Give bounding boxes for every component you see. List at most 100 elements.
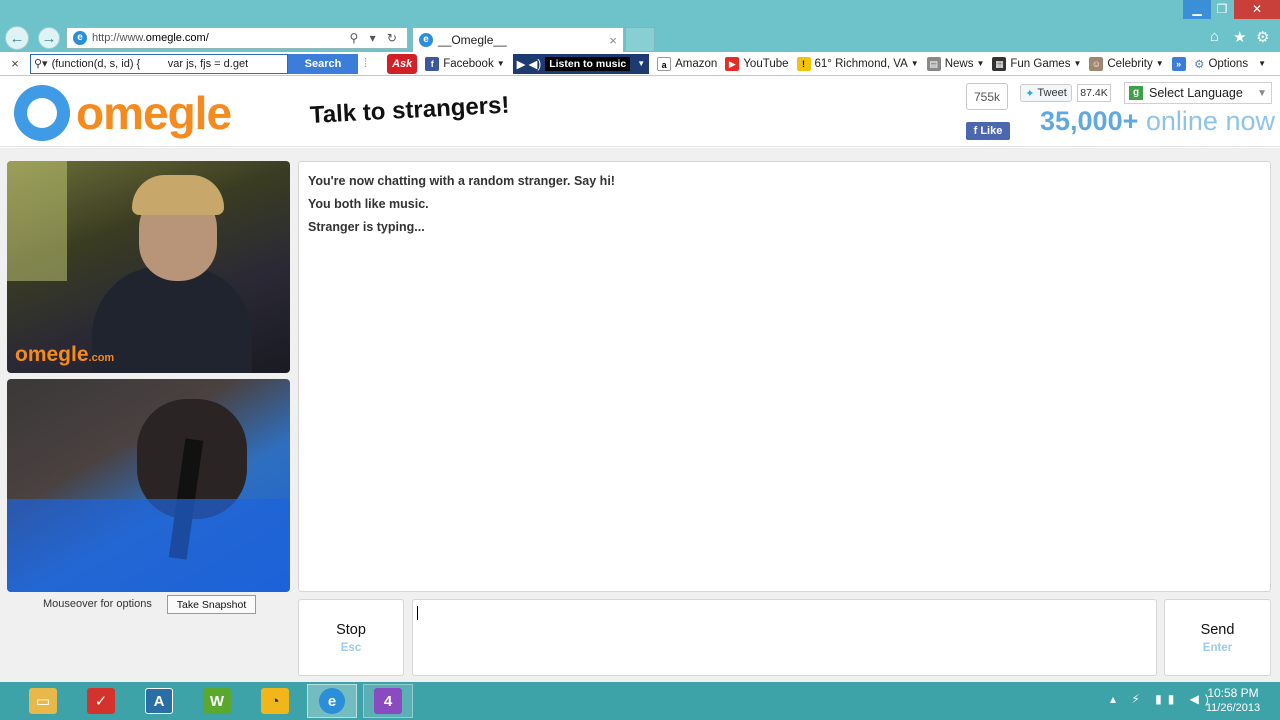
chat-message: You're now chatting with a random strang… xyxy=(308,174,615,188)
fun-games-label: Fun Games xyxy=(1010,57,1071,70)
taskbar-speedometer[interactable]: ◔ xyxy=(250,684,300,718)
stranger-body xyxy=(92,266,252,373)
youtube-link[interactable]: ▶ YouTube xyxy=(725,56,789,71)
news-icon: ▤ xyxy=(926,56,941,71)
checklist-icon: ✓ xyxy=(87,688,115,714)
browser-titlebar: ← → e http://www.omegle.com/ ⚲ ▾ ↻ e __O… xyxy=(0,0,1280,52)
toolbar-search-button[interactable]: Search xyxy=(288,53,358,74)
facebook-label: Facebook xyxy=(443,57,494,70)
facebook-icon: f xyxy=(973,125,978,137)
stop-hint: Esc xyxy=(340,641,362,654)
omegle-watermark: omegle.com xyxy=(15,343,114,367)
language-select-label: Select Language xyxy=(1149,86,1243,100)
amazon-link[interactable]: a Amazon xyxy=(657,56,718,71)
close-window-button[interactable]: ✕ xyxy=(1234,0,1280,19)
weather-alert-icon: ! xyxy=(796,56,811,71)
chat-log: You're now chatting with a random strang… xyxy=(298,161,1271,592)
minimize-button[interactable]: ▁ xyxy=(1183,0,1211,19)
toolbar-close-icon[interactable]: × xyxy=(0,56,30,71)
forward-button[interactable]: → xyxy=(38,27,60,49)
online-count: 35,000+ online now xyxy=(1040,106,1275,137)
tab-ie-icon: e xyxy=(419,33,433,47)
logo-text: omegle xyxy=(76,87,232,139)
take-snapshot-button[interactable]: Take Snapshot xyxy=(167,595,256,614)
ie-page-icon: e xyxy=(73,31,87,45)
settings-gear-icon[interactable]: ⚙ xyxy=(1256,28,1269,46)
facebook-menu[interactable]: f Facebook ▼ xyxy=(425,56,505,71)
system-clock[interactable]: 10:58 PM 11/26/2013 xyxy=(1200,686,1266,716)
tab-close-icon[interactable]: × xyxy=(609,33,617,48)
youtube-label: YouTube xyxy=(743,57,789,70)
chevron-down-icon: ▼ xyxy=(496,59,505,68)
chevron-down-icon: ▼ xyxy=(976,59,985,68)
address-bar[interactable]: e http://www.omegle.com/ ⚲ ▾ ↻ xyxy=(66,27,408,49)
clock-date: 11/26/2013 xyxy=(1205,702,1261,714)
music-label: Listen to music xyxy=(545,56,631,71)
new-tab-button[interactable] xyxy=(625,27,655,52)
taskbar-media-player[interactable]: 4 xyxy=(363,684,413,718)
omegle-logo[interactable]: omegle xyxy=(14,85,232,141)
search-icon: ⚲▾ xyxy=(34,58,48,70)
omegle-logo-icon xyxy=(14,85,70,141)
weather-menu[interactable]: ! 61° Richmond, VA ▼ xyxy=(796,56,919,71)
facebook-like-button[interactable]: f Like xyxy=(966,122,1010,140)
toolbar-more-button[interactable]: » xyxy=(1171,56,1190,71)
restore-button[interactable]: ❐ xyxy=(1208,0,1236,19)
taskbar-file-explorer[interactable]: ▭ xyxy=(18,684,68,718)
chevron-down-icon[interactable]: ▼ xyxy=(637,59,645,68)
chevron-down-icon: ▼ xyxy=(910,59,919,68)
stop-label: Stop xyxy=(336,621,366,638)
taskbar-wordperfect[interactable]: W xyxy=(192,684,242,718)
windows-taskbar: ▭ ✓ A W ◔ e 4 ▴ ⚡ ▮▮ ◀) 10:58 PM 11/26/2… xyxy=(0,682,1280,720)
amazon-label: Amazon xyxy=(675,57,718,70)
chat-main: omegle.com Mouseover for options Take Sn… xyxy=(0,148,1280,682)
options-menu[interactable]: ⚙ Options ▼ xyxy=(1194,57,1266,71)
facebook-like-count: 755k xyxy=(966,83,1008,110)
address-tools-icon[interactable]: ⚲ ▾ ↻ xyxy=(349,31,401,45)
language-select[interactable]: g Select Language ▼ xyxy=(1124,82,1272,104)
home-icon[interactable]: ⌂ xyxy=(1210,28,1219,45)
news-menu[interactable]: ▤ News ▼ xyxy=(926,56,985,71)
forward-arrow-icon: → xyxy=(41,29,57,47)
taskbar-internet-explorer[interactable]: e xyxy=(307,684,357,718)
taskbar-app-a[interactable]: A xyxy=(134,684,184,718)
stop-button[interactable]: Stop Esc xyxy=(298,599,404,676)
tweet-button[interactable]: ✦ Tweet xyxy=(1020,84,1072,102)
toolbar-search-input[interactable]: ⚲▾ (function(d, s, id) { var js, fjs = d… xyxy=(30,53,288,74)
send-hint: Enter xyxy=(1202,641,1233,654)
clock-time: 10:58 PM xyxy=(1207,686,1259,700)
celebrity-menu[interactable]: ☺ Celebrity ▼ xyxy=(1089,56,1164,71)
tab-omegle[interactable]: e __Omegle__ × xyxy=(412,27,624,52)
send-label: Send xyxy=(1200,621,1235,638)
twitter-bird-icon: ✦ xyxy=(1025,87,1035,100)
tagline: Talk to strangers! xyxy=(309,91,511,129)
chevron-down-icon: ▼ xyxy=(1073,59,1082,68)
favorites-star-icon[interactable]: ★ xyxy=(1233,28,1246,46)
celebrity-icon: ☺ xyxy=(1089,56,1104,71)
facebook-like-label: Like xyxy=(980,125,1003,137)
news-label: News xyxy=(944,57,974,70)
music-player[interactable]: ▶ ◀) Listen to music ▼ xyxy=(512,53,650,74)
message-input[interactable] xyxy=(412,599,1157,676)
back-button[interactable]: ← xyxy=(5,26,29,50)
chat-message: Stranger is typing... xyxy=(308,220,425,234)
self-video[interactable] xyxy=(7,379,290,592)
text-cursor xyxy=(417,606,418,620)
back-arrow-icon: ← xyxy=(9,29,25,47)
taskbar-todoist[interactable]: ✓ xyxy=(76,684,126,718)
resize-handle-icon[interactable]: ⁞ xyxy=(364,58,367,70)
fun-games-menu[interactable]: ▦ Fun Games ▼ xyxy=(992,56,1082,71)
a-app-icon: A xyxy=(145,688,173,714)
online-label: online now xyxy=(1145,106,1275,136)
stranger-video[interactable]: omegle.com xyxy=(7,161,290,373)
folder-icon: ▭ xyxy=(29,688,57,714)
ask-button[interactable]: Ask xyxy=(387,53,418,74)
volume-icon[interactable]: ◀) xyxy=(529,57,542,71)
youtube-icon: ▶ xyxy=(725,56,740,71)
ask-toolbar: × ⚲▾ (function(d, s, id) { var js, fjs =… xyxy=(0,52,1280,76)
omegle-header: omegle Talk to strangers! 755k f Like ✦ … xyxy=(0,77,1280,147)
media-player-icon: 4 xyxy=(374,688,402,714)
send-button[interactable]: Send Enter xyxy=(1164,599,1271,676)
games-icon: ▦ xyxy=(992,56,1007,71)
play-icon[interactable]: ▶ xyxy=(517,57,526,71)
